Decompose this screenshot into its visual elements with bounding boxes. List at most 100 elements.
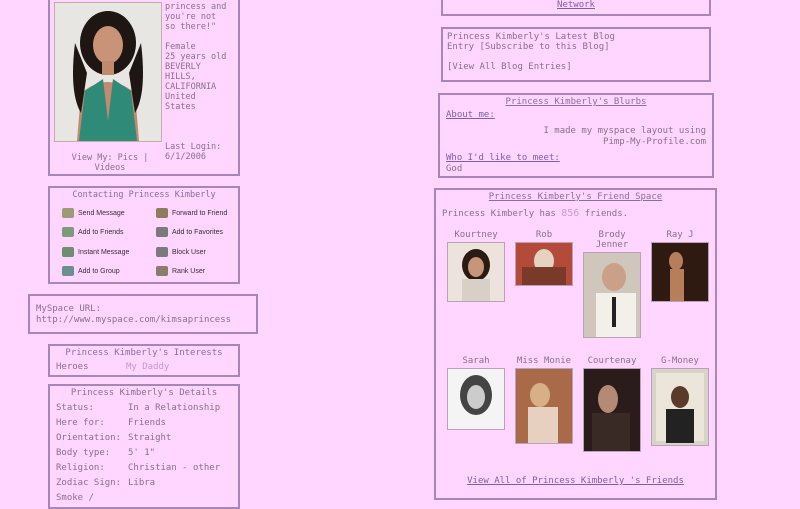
details-row: Smoke /	[56, 493, 236, 503]
details-value: Christian - other	[128, 463, 221, 473]
contact-title: Contacting Princess Kimberly	[72, 190, 216, 200]
forward-to-friend-label: Forward to Friend	[172, 209, 228, 217]
friend-item[interactable]: Rob	[512, 230, 576, 289]
forward-to-friend-button[interactable]: Forward to Friend	[156, 208, 227, 218]
myspace-url-value[interactable]: http://www.myspace.com/kimsaprincess	[36, 315, 250, 326]
myspace-url-box: MySpace URL: http://www.myspace.com/kims…	[28, 294, 258, 334]
group-icon	[62, 266, 74, 276]
details-label: Smoke /	[56, 493, 94, 503]
friend-photo	[447, 242, 505, 302]
details-label: Status:	[56, 403, 94, 413]
myspace-url-label: MySpace URL:	[36, 304, 102, 314]
network-link[interactable]: Network	[443, 0, 709, 10]
friend-photo	[583, 252, 641, 338]
add-to-friends-label: Add to Friends	[78, 228, 124, 236]
details-value: Libra	[128, 478, 156, 488]
send-message-button[interactable]: Send Message	[62, 208, 125, 218]
blurbs-box: Princess Kimberly's Blurbs About me: I m…	[438, 93, 714, 178]
interests-box: Princess Kimberly's Interests Heroes My …	[48, 344, 240, 377]
friend-item[interactable]: Kourtney	[444, 230, 508, 305]
who-to-meet-label: Who I'd like to meet:	[446, 153, 560, 163]
friend-count-suffix: friends.	[584, 209, 629, 219]
view-all-friends-link[interactable]: View All of Princess Kimberly 's Friends	[436, 476, 715, 486]
block-icon	[156, 247, 168, 257]
friend-name: Rob	[535, 230, 553, 240]
profile-box: princess and you're not so there!" Femal…	[48, 0, 240, 176]
add-to-favorites-label: Add to Favorites	[172, 228, 223, 236]
details-label: Body type:	[56, 448, 111, 458]
friend-photo	[583, 368, 641, 452]
add-to-group-button[interactable]: Add to Group	[62, 266, 120, 276]
details-value: 5' 1"	[128, 448, 156, 458]
add-friend-icon	[62, 227, 74, 237]
add-to-friends-button[interactable]: Add to Friends	[62, 227, 124, 237]
blog-box: Princess Kimberly's Latest Blog Entry [S…	[441, 27, 711, 82]
add-to-group-label: Add to Group	[78, 267, 120, 275]
forward-icon	[156, 208, 168, 218]
details-value: Friends	[128, 418, 166, 428]
friend-count-line: Princess Kimberly has 856 friends.	[442, 208, 628, 219]
details-row: Religion: Christian - other	[56, 463, 236, 473]
friend-item[interactable]: Brody Jenner	[580, 230, 644, 341]
instant-message-label: Instant Message	[78, 248, 130, 256]
details-label: Religion:	[56, 463, 105, 473]
view-all-blog-link[interactable]: [View All Blog Entries]	[447, 62, 705, 72]
details-label: Orientation:	[56, 433, 122, 443]
friend-name: Courtenay	[587, 356, 637, 366]
friend-count-prefix: Princess Kimberly has	[442, 209, 556, 219]
friend-name: Sarah	[462, 356, 490, 366]
favorite-icon	[156, 227, 168, 237]
friend-photo	[651, 368, 709, 446]
friend-item[interactable]: Courtenay	[580, 356, 644, 455]
details-value: Straight	[128, 433, 172, 443]
details-label: Zodiac Sign:	[56, 478, 122, 488]
network-box: Network	[441, 0, 711, 16]
friend-item[interactable]: G-Money	[648, 356, 712, 449]
rank-icon	[156, 266, 168, 276]
instant-message-button[interactable]: Instant Message	[62, 247, 129, 257]
block-user-button[interactable]: Block User	[156, 247, 206, 257]
about-me-label: About me:	[446, 110, 495, 120]
heroes-label: Heroes	[56, 362, 89, 372]
friend-item[interactable]: Miss Monie	[512, 356, 576, 447]
envelope-icon	[62, 208, 74, 218]
friend-item[interactable]: Sarah	[444, 356, 508, 433]
details-label: Here for:	[56, 418, 105, 428]
blog-title: Princess Kimberly's Latest Blog Entry [S…	[447, 32, 615, 52]
friend-name: Brody Jenner	[595, 230, 629, 250]
add-to-favorites-button[interactable]: Add to Favorites	[156, 227, 223, 237]
details-value: In a Relationship	[128, 403, 221, 413]
rank-user-button[interactable]: Rank User	[156, 266, 205, 276]
send-message-label: Send Message	[78, 209, 125, 217]
about-me-text: I made my myspace layout using Pimp-My-P…	[543, 126, 706, 147]
details-row: Orientation: Straight	[56, 433, 236, 443]
friend-count: 856	[561, 208, 580, 219]
details-row: Here for: Friends	[56, 418, 236, 428]
view-my-links[interactable]: View My: Pics | Videos	[60, 153, 160, 173]
instant-message-icon	[62, 247, 74, 257]
friend-item[interactable]: Ray J	[648, 230, 712, 305]
friend-name: Kourtney	[454, 230, 498, 240]
friend-space-title[interactable]: Princess Kimberly's Friend Space	[436, 192, 715, 202]
friend-name: Ray J	[666, 230, 694, 240]
friend-photo	[447, 368, 505, 430]
rank-user-label: Rank User	[172, 267, 206, 275]
block-user-label: Block User	[172, 248, 206, 256]
friend-photo	[515, 242, 573, 286]
friend-name: Miss Monie	[516, 356, 572, 366]
friend-photo	[651, 242, 709, 302]
profile-info: princess and you're not so there!" Femal…	[165, 2, 227, 162]
interests-title: Princess Kimberly's Interests	[65, 348, 223, 358]
details-title: Princess Kimberly's Details	[70, 388, 218, 398]
details-row: Body type: 5' 1"	[56, 448, 236, 458]
friend-photo	[515, 368, 573, 444]
contact-box: Contacting Princess Kimberly Send Messag…	[48, 186, 240, 284]
heroes-value: My Daddy	[126, 362, 170, 372]
details-row: Status: In a Relationship	[56, 403, 236, 413]
details-box: Princess Kimberly's Details Status: In a …	[48, 384, 240, 509]
friend-name: G-Money	[661, 356, 699, 366]
friends-box: Princess Kimberly's Friend Space Princes…	[434, 188, 717, 500]
profile-photo[interactable]	[54, 2, 162, 142]
who-to-meet-text: God	[446, 164, 463, 174]
blurbs-title[interactable]: Princess Kimberly's Blurbs	[440, 97, 712, 107]
